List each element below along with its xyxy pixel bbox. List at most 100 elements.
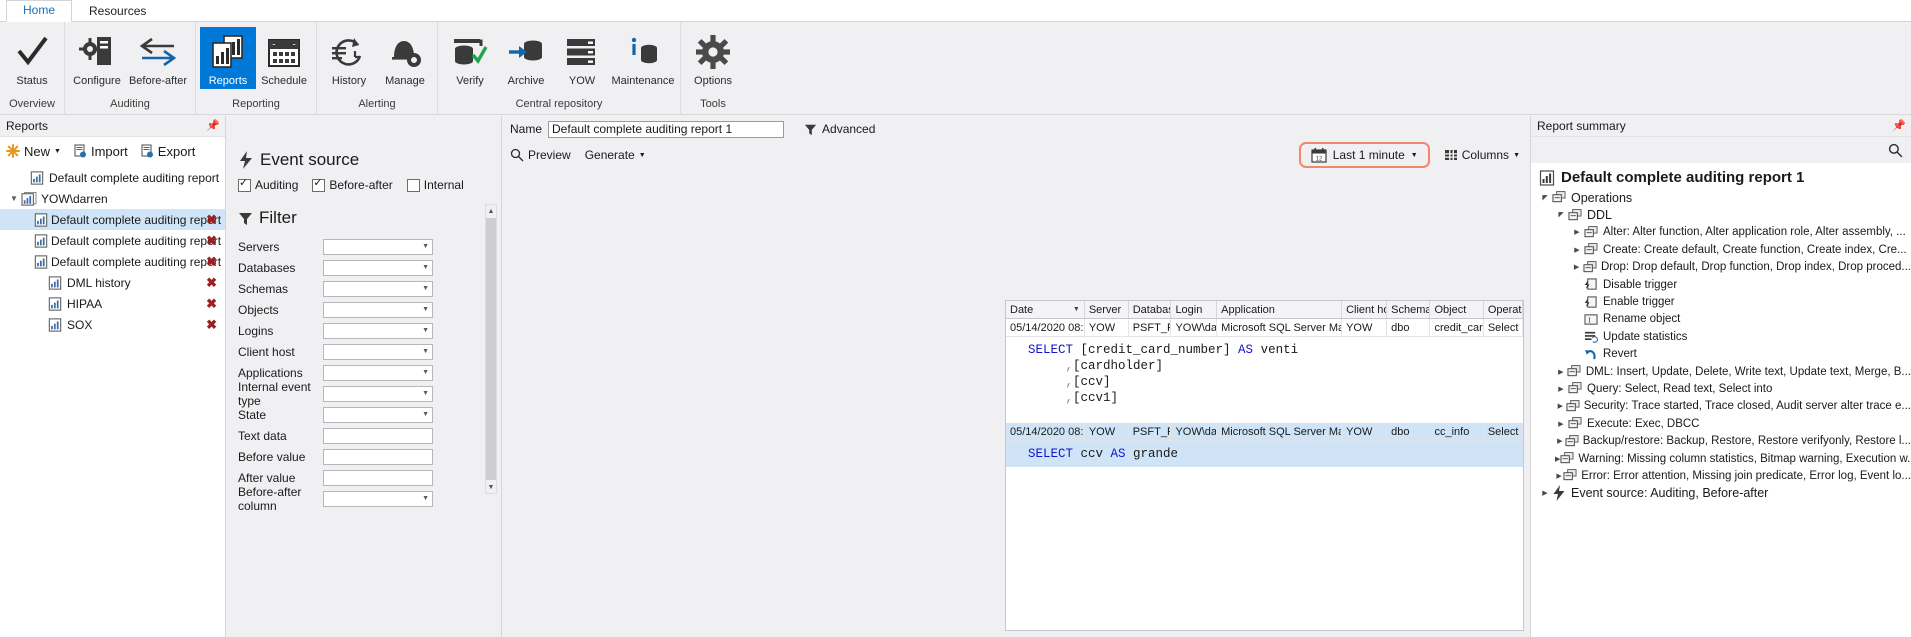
chevron-down-icon[interactable]: ▼ — [422, 243, 429, 250]
grid-column-header[interactable]: Client host — [1342, 301, 1388, 318]
ribbon-button-history[interactable]: History — [321, 27, 377, 89]
chevron-down-icon[interactable]: ▼ — [422, 285, 429, 292]
import-report-button[interactable]: Import — [73, 144, 128, 159]
chevron-down-icon[interactable]: ▼ — [422, 369, 429, 376]
filter-state-input[interactable]: ▼ — [323, 406, 433, 423]
filter-objects-input[interactable]: ▼ — [323, 301, 433, 318]
filter-applications-input[interactable]: ▼ — [323, 364, 433, 381]
event-source-checkbox-internal[interactable]: Internal — [406, 178, 464, 192]
filter-servers-input[interactable]: ▼ — [323, 238, 433, 255]
ribbon-tab-resources[interactable]: Resources — [72, 1, 163, 22]
chevron-down-icon[interactable]: ▼ — [422, 348, 429, 355]
preview-button[interactable]: Preview — [510, 148, 571, 162]
chevron-down-icon[interactable]: ▼ — [422, 264, 429, 271]
event-source-checkbox-before-after[interactable]: Before-after — [312, 176, 393, 192]
ribbon-button-before-after[interactable]: Before-after — [125, 27, 191, 89]
filter-before-value-input[interactable] — [323, 448, 433, 465]
search-icon[interactable] — [1888, 143, 1903, 158]
report-tree-item[interactable]: DML history ✖ — [0, 272, 225, 293]
checkbox-icon[interactable] — [406, 178, 420, 192]
filter-before-after-column-input[interactable]: ▼ — [323, 490, 433, 507]
summary-tree-item[interactable]: ▶ DML: Insert, Update, Delete, Write text… — [1531, 363, 1911, 380]
summary-tree-item[interactable]: ▶ Drop: Drop default, Drop function, Drop… — [1531, 259, 1911, 276]
ribbon-button-status[interactable]: Status — [4, 27, 60, 89]
ribbon-tab-home[interactable]: Home — [6, 0, 73, 22]
report-tree-item[interactable]: Default complete auditing report 3 ✖ — [0, 251, 225, 272]
event-source-checkbox-auditing[interactable]: Auditing — [238, 176, 298, 192]
filter-logins-input[interactable]: ▼ — [323, 322, 433, 339]
ribbon-button-options[interactable]: Options — [685, 27, 741, 89]
summary-tree-item[interactable]: Enable trigger — [1531, 293, 1911, 310]
report-tree-item[interactable]: SOX ✖ — [0, 314, 225, 335]
ribbon-button-schedule[interactable]: Schedule — [256, 27, 312, 89]
chevron-right-icon[interactable]: ▶ — [1571, 228, 1583, 236]
chevron-down-icon[interactable]: ▼ — [422, 390, 429, 397]
checkbox-icon[interactable] — [238, 176, 251, 192]
report-tree-item[interactable]: Default complete auditing report 1 ✖ — [0, 209, 225, 230]
summary-tree-item[interactable]: ▶ Create: Create default, Create function… — [1531, 241, 1911, 258]
ribbon-button-maintenance[interactable]: Maintenance — [610, 27, 676, 89]
time-range-button[interactable]: 12 Last 1 minute ▼ — [1298, 142, 1430, 168]
report-tree-item[interactable]: ▼ YOW\darren — [0, 188, 225, 209]
report-tree-item[interactable]: Default complete auditing report — [0, 167, 225, 188]
summary-tree-item[interactable]: I Rename object — [1531, 311, 1911, 328]
grid-column-header[interactable]: Date ▼ — [1006, 301, 1085, 318]
report-name-input[interactable] — [548, 120, 785, 138]
grid-column-header[interactable]: Operation — [1484, 301, 1523, 318]
ribbon-button-archive[interactable]: Archive — [498, 27, 554, 89]
chevron-right-icon[interactable]: ▶ — [1571, 263, 1582, 271]
grid-row[interactable]: 05/14/2020 08:32:03.520 PMYOWPSFT_Financ… — [1006, 423, 1523, 441]
summary-tree-item[interactable]: Revert — [1531, 346, 1911, 363]
sort-descending-icon[interactable]: ▼ — [1073, 306, 1080, 313]
export-report-button[interactable]: Export — [140, 144, 195, 159]
summary-tree-item[interactable]: Disable trigger — [1531, 276, 1911, 293]
chevron-down-icon[interactable]: ▼ — [8, 194, 20, 203]
summary-tree-item[interactable]: ◢ Operations — [1531, 189, 1911, 206]
scroll-up-icon[interactable]: ▲ — [488, 205, 495, 217]
summary-tree-item[interactable]: Update statistics — [1531, 328, 1911, 345]
delete-report-icon[interactable]: ✖ — [206, 275, 217, 291]
filter-databases-input[interactable]: ▼ — [323, 259, 433, 276]
filter-internal-event-type-input[interactable]: ▼ — [323, 385, 433, 402]
ribbon-button-verify[interactable]: Verify — [442, 27, 498, 89]
pin-icon[interactable]: 📌 — [206, 116, 220, 136]
grid-column-header[interactable]: Application — [1217, 301, 1343, 318]
chevron-down-icon[interactable]: ▼ — [422, 327, 429, 334]
filter-client-host-input[interactable]: ▼ — [323, 343, 433, 360]
delete-report-icon[interactable]: ✖ — [206, 254, 217, 270]
events-grid[interactable]: Date ▼ Server Database Login Application Clien… — [1005, 300, 1524, 631]
chevron-right-icon[interactable]: ▶ — [1555, 385, 1567, 393]
chevron-down-icon[interactable]: ◢ — [1539, 194, 1551, 202]
grid-column-header[interactable]: Server — [1085, 301, 1129, 318]
delete-report-icon[interactable]: ✖ — [206, 317, 217, 333]
summary-tree-item[interactable]: ▶ Query: Select, Read text, Select into — [1531, 380, 1911, 397]
summary-tree-item[interactable]: ▶ Security: Trace started, Trace closed, … — [1531, 398, 1911, 415]
grid-column-header[interactable]: Login — [1171, 301, 1218, 318]
filter-scrollbar[interactable]: ▲ ▼ — [485, 204, 497, 494]
delete-report-icon[interactable]: ✖ — [206, 212, 217, 228]
ribbon-button-configure[interactable]: Configure — [69, 27, 125, 89]
summary-tree-item[interactable]: ▶ Backup/restore: Backup, Restore, Restor… — [1531, 432, 1911, 449]
ribbon-button-yow[interactable]: YOW — [554, 27, 610, 89]
chevron-right-icon[interactable]: ▶ — [1555, 472, 1563, 480]
chevron-right-icon[interactable]: ▶ — [1555, 420, 1567, 428]
ribbon-button-reports[interactable]: Reports — [200, 27, 256, 89]
summary-tree-item[interactable]: ▶ Event source: Auditing, Before-after — [1531, 485, 1911, 502]
chevron-down-icon[interactable]: ▼ — [422, 495, 429, 502]
report-tree-item[interactable]: HIPAA ✖ — [0, 293, 225, 314]
pin-icon[interactable]: 📌 — [1892, 116, 1906, 136]
chevron-down-icon[interactable]: ▼ — [422, 306, 429, 313]
filter-schemas-input[interactable]: ▼ — [323, 280, 433, 297]
scroll-thumb[interactable] — [486, 218, 496, 480]
summary-tree-item[interactable]: ▶ Execute: Exec, DBCC — [1531, 415, 1911, 432]
chevron-right-icon[interactable]: ▶ — [1555, 437, 1565, 445]
generate-button[interactable]: Generate ▼ — [585, 148, 646, 162]
chevron-down-icon[interactable]: ◢ — [1555, 211, 1567, 219]
filter-text-data-input[interactable] — [323, 427, 433, 444]
grid-column-header[interactable]: Database — [1129, 301, 1172, 318]
columns-button[interactable]: Columns ▼ — [1444, 148, 1520, 162]
summary-tree-item[interactable]: ▶ Error: Error attention, Missing join pr… — [1531, 467, 1911, 484]
summary-tree-item[interactable]: ◢ DDL — [1531, 206, 1911, 223]
new-report-button[interactable]: New ▼ — [6, 144, 61, 159]
advanced-button[interactable]: Advanced — [804, 122, 875, 136]
